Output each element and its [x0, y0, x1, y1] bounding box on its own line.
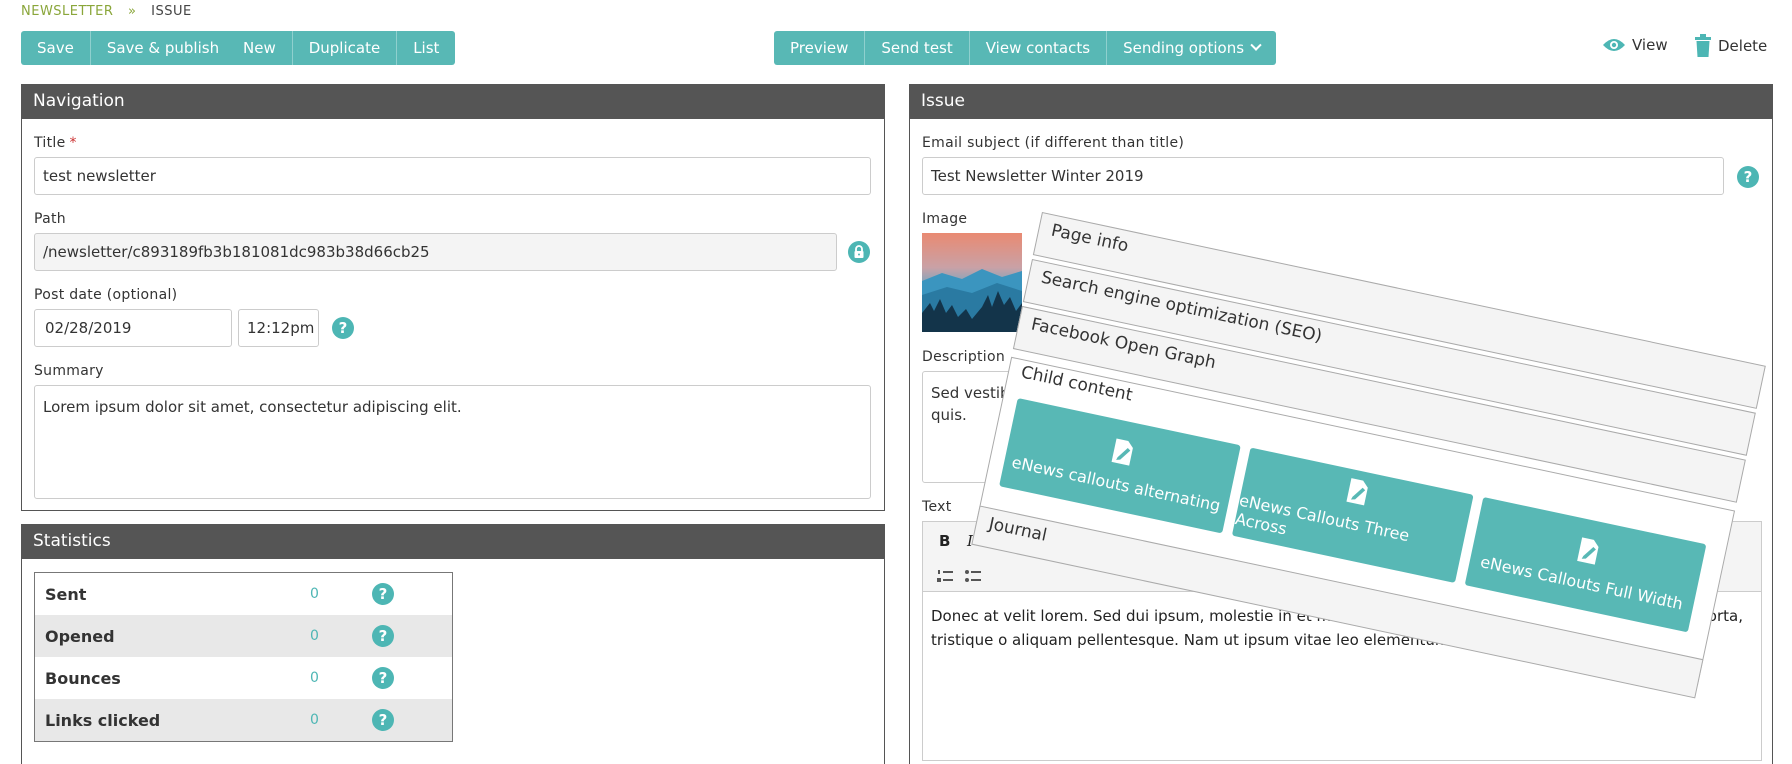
table-row: Sent 0 ?	[35, 573, 452, 615]
send-test-button[interactable]: Send test	[865, 31, 970, 65]
document-edit-icon	[1111, 437, 1134, 466]
table-row: Bounces 0 ?	[35, 657, 452, 699]
bold-button[interactable]: B	[939, 532, 950, 550]
preview-button[interactable]: Preview	[774, 31, 866, 65]
document-edit-icon	[1577, 536, 1599, 565]
stat-label: Bounces	[45, 668, 121, 688]
sending-options-label: Sending options	[1123, 39, 1245, 57]
duplicate-button[interactable]: Duplicate	[292, 31, 398, 65]
post-time-input[interactable]: 12:12pm	[238, 309, 319, 347]
required-marker: *	[69, 135, 77, 151]
stat-value: 0	[310, 586, 319, 602]
send-button-group: Preview Send test View contacts Sending …	[774, 31, 1277, 65]
breadcrumb-newsletter-link[interactable]: Newsletter	[21, 4, 113, 19]
breadcrumb-separator: »	[128, 4, 137, 19]
breadcrumb: Newsletter » Issue	[21, 4, 192, 19]
bullet-list-icon[interactable]	[965, 569, 981, 583]
save-publish-button[interactable]: Save & publish	[90, 31, 236, 65]
save-button-group: Save Save & publish	[21, 31, 236, 65]
stat-value: 0	[310, 670, 319, 686]
list-button[interactable]: List	[397, 31, 456, 65]
delete-label: Delete	[1718, 37, 1768, 55]
card-enews-callouts-three-across[interactable]: eNews Callouts Three Across	[1231, 447, 1474, 583]
summary-textarea[interactable]: Lorem ipsum dolor sit amet, consectetur …	[34, 385, 871, 499]
text-label: Text	[922, 499, 952, 515]
statistics-panel-header: Statistics	[21, 524, 885, 559]
post-date-help-icon[interactable]: ?	[332, 317, 354, 339]
numbered-list-icon[interactable]	[937, 569, 953, 583]
table-row: Opened 0 ?	[35, 615, 452, 657]
chevron-down-icon	[1250, 39, 1262, 51]
card-enews-callouts-full-width[interactable]: eNews Callouts Full Width	[1464, 496, 1707, 633]
title-input[interactable]: test newsletter	[34, 157, 871, 195]
breadcrumb-current: Issue	[151, 4, 192, 19]
view-label: View	[1632, 36, 1668, 54]
title-label: Title *	[34, 135, 77, 151]
trash-icon	[1695, 34, 1711, 57]
title-label-text: Title	[34, 135, 66, 151]
question-icon[interactable]: ?	[372, 625, 394, 647]
stat-label: Sent	[45, 584, 87, 604]
stat-value: 0	[310, 628, 319, 644]
statistics-table: Sent 0 ? Opened 0 ? Bounces 0 ? Links cl…	[34, 572, 453, 742]
email-subject-input[interactable]: Test Newsletter Winter 2019	[922, 157, 1724, 195]
eye-icon	[1603, 39, 1625, 51]
image-label: Image	[922, 211, 968, 227]
post-date-label: Post date (optional)	[34, 287, 178, 303]
save-button[interactable]: Save	[21, 31, 91, 65]
email-subject-help-icon[interactable]: ?	[1737, 166, 1759, 188]
sending-options-button[interactable]: Sending options	[1107, 31, 1277, 65]
document-edit-icon	[1346, 478, 1368, 506]
table-row: Links clicked 0 ?	[35, 699, 452, 741]
view-link[interactable]: View	[1602, 36, 1668, 54]
email-subject-label: Email subject (if different than title)	[922, 135, 1185, 151]
summary-label: Summary	[34, 363, 104, 379]
question-icon[interactable]: ?	[372, 583, 394, 605]
card-enews-callouts-alternating[interactable]: eNews callouts alternating	[999, 398, 1241, 534]
question-icon[interactable]: ?	[372, 709, 394, 731]
lock-toggle[interactable]	[848, 241, 870, 263]
lock-icon	[854, 245, 864, 258]
stat-label: Opened	[45, 626, 115, 646]
view-contacts-button[interactable]: View contacts	[969, 31, 1108, 65]
post-date-input[interactable]: 02/28/2019	[34, 309, 232, 347]
mountain-landscape-image	[922, 233, 1022, 332]
description-label: Description	[922, 349, 1006, 365]
stat-label: Links clicked	[45, 710, 161, 730]
issue-panel-header: Issue	[909, 84, 1773, 119]
stat-value: 0	[310, 712, 319, 728]
path-input[interactable]: /newsletter/c893189fb3b181081dc983b38d66…	[34, 233, 837, 271]
question-icon[interactable]: ?	[372, 667, 394, 689]
navigation-panel-header: Navigation	[21, 84, 885, 119]
image-thumbnail[interactable]	[922, 233, 1022, 332]
path-label: Path	[34, 211, 66, 227]
record-button-group: New Duplicate List	[227, 31, 456, 65]
delete-link[interactable]: Delete	[1694, 34, 1767, 58]
new-button[interactable]: New	[227, 31, 293, 65]
